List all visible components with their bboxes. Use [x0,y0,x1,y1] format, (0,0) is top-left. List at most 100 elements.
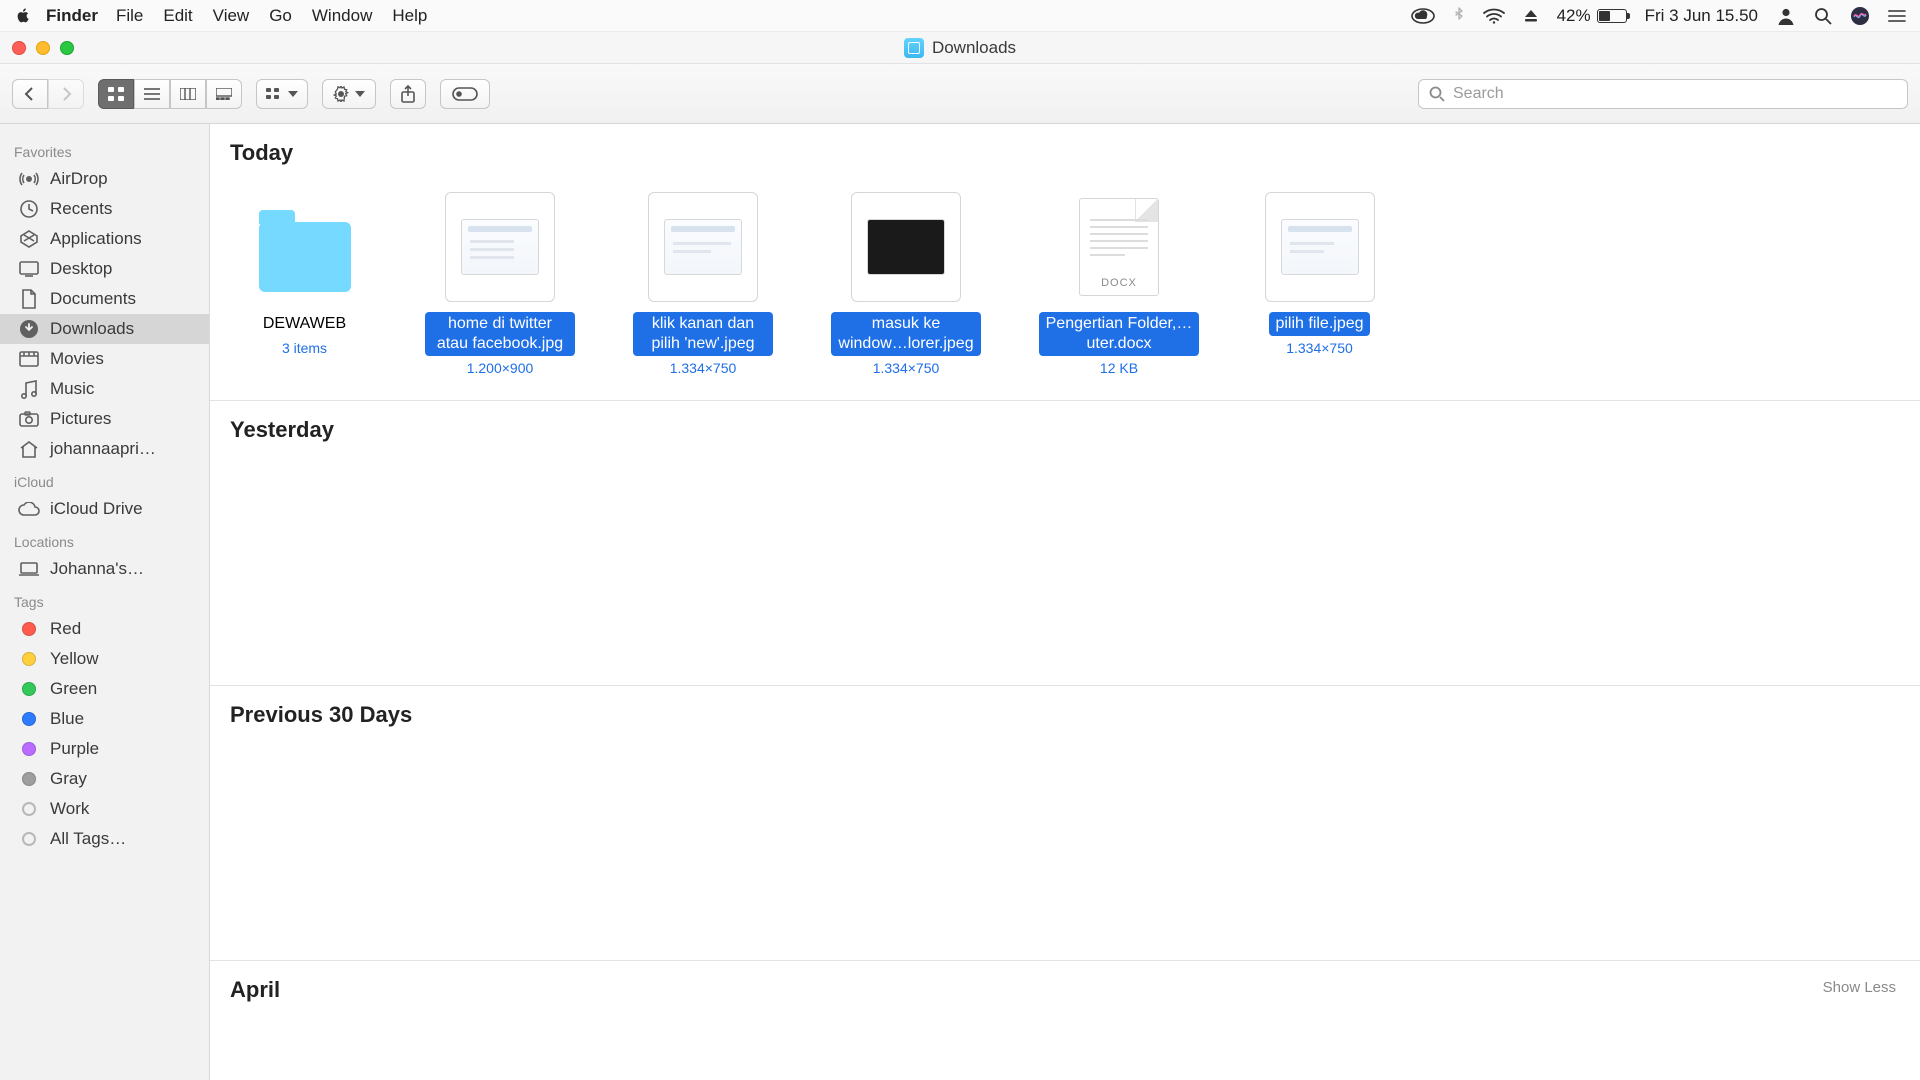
file-item[interactable]: home di twitter atau facebook.jpg 1.200×… [425,192,575,376]
window-title: Downloads [932,38,1016,58]
section-header-april: April [210,961,1920,1015]
downloads-icon [18,319,40,339]
file-name: Pengertian Folder,…uter.docx [1039,312,1199,356]
sidebar-item-recents[interactable]: Recents [0,194,209,224]
docx-thumbnail: DOCX [1064,192,1174,302]
file-name: DEWAWEB [257,312,352,336]
eject-icon[interactable] [1523,8,1539,24]
documents-icon [18,289,40,309]
spotlight-icon[interactable] [1814,7,1832,25]
battery-icon [1597,9,1627,23]
sidebar-item-label: Yellow [50,649,99,669]
siri-icon[interactable] [1850,6,1870,26]
share-button[interactable] [390,79,426,109]
tag-dot-icon [22,832,36,846]
file-grid-today: DEWAWEB 3 items home di twitter atau fac… [210,178,1920,400]
sidebar-item-movies[interactable]: Movies [0,344,209,374]
applications-icon [18,229,40,249]
menu-file[interactable]: File [116,6,143,26]
sidebar-item-icloud-drive[interactable]: iCloud Drive [0,494,209,524]
sidebar-item-label: Recents [50,199,112,219]
menubar-app-name[interactable]: Finder [46,6,98,26]
sidebar-item-documents[interactable]: Documents [0,284,209,314]
column-view-button[interactable] [170,79,206,109]
sidebar-item-applications[interactable]: Applications [0,224,209,254]
menu-help[interactable]: Help [392,6,427,26]
back-button[interactable] [12,79,48,109]
tag-dot-icon [22,682,36,696]
tag-dot-icon [22,802,36,816]
file-item[interactable]: DOCX Pengertian Folder,…uter.docx 12 KB [1039,192,1199,376]
image-thumbnail [851,192,961,302]
section-header-today: Today [210,124,1920,178]
forward-button[interactable] [48,79,84,109]
sidebar-tag-green[interactable]: Green [0,674,209,704]
notification-center-icon[interactable] [1888,9,1906,23]
file-item[interactable]: klik kanan dan pilih 'new'.jpeg 1.334×75… [633,192,773,376]
minimize-window-button[interactable] [36,41,50,55]
section-header-previous30: Previous 30 Days [210,686,1920,740]
menu-view[interactable]: View [213,6,250,26]
sidebar-tag-red[interactable]: Red [0,614,209,644]
menu-window[interactable]: Window [312,6,372,26]
nav-buttons [12,79,84,109]
battery-status[interactable]: 42% [1557,6,1627,26]
zoom-window-button[interactable] [60,41,74,55]
sidebar-tag-gray[interactable]: Gray [0,764,209,794]
view-mode-buttons [98,79,242,109]
window-titlebar: Downloads [0,32,1920,64]
file-meta: 1.334×750 [1286,340,1353,356]
sidebar-item-label: Green [50,679,97,699]
sidebar-tag-purple[interactable]: Purple [0,734,209,764]
menu-go[interactable]: Go [269,6,292,26]
sidebar-item-label: iCloud Drive [50,499,143,519]
show-less-button[interactable]: Show Less [1823,979,1896,996]
file-item[interactable]: pilih file.jpeg 1.334×750 [1257,192,1382,356]
finder-toolbar [0,64,1920,124]
pictures-icon [18,409,40,429]
sidebar-item-label: Music [50,379,94,399]
sidebar-tag-work[interactable]: Work [0,794,209,824]
sidebar-item-label: Johanna's… [50,559,144,579]
apple-logo-icon[interactable] [14,7,32,25]
icon-view-button[interactable] [98,79,134,109]
sidebar-item-label: Pictures [50,409,111,429]
search-icon [1429,86,1445,102]
close-window-button[interactable] [12,41,26,55]
search-field[interactable] [1418,79,1908,109]
finder-sidebar: Favorites AirDrop Recents Applications D… [0,124,210,1080]
image-thumbnail [1265,192,1375,302]
menu-edit[interactable]: Edit [163,6,192,26]
file-item[interactable]: DEWAWEB 3 items [242,192,367,356]
sidebar-item-airdrop[interactable]: AirDrop [0,164,209,194]
arrange-button[interactable] [256,79,308,109]
sidebar-item-label: Applications [50,229,142,249]
clock-icon [18,199,40,219]
user-icon[interactable] [1776,6,1796,26]
tag-dot-icon [22,772,36,786]
sidebar-tag-blue[interactable]: Blue [0,704,209,734]
menubar-datetime[interactable]: Fri 3 Jun 15.50 [1645,6,1758,26]
sidebar-item-pictures[interactable]: Pictures [0,404,209,434]
creative-cloud-icon[interactable] [1411,8,1435,24]
sidebar-tag-all[interactable]: All Tags… [0,824,209,854]
wifi-icon[interactable] [1483,8,1505,24]
folder-icon [250,192,360,302]
file-name: masuk ke window…lorer.jpeg [831,312,981,356]
sidebar-tag-yellow[interactable]: Yellow [0,644,209,674]
sidebar-item-desktop[interactable]: Desktop [0,254,209,284]
sidebar-item-downloads[interactable]: Downloads [0,314,209,344]
sidebar-section-favorites: Favorites [0,134,209,164]
action-button[interactable] [322,79,376,109]
file-item[interactable]: masuk ke window…lorer.jpeg 1.334×750 [831,192,981,376]
cloud-icon [18,499,40,519]
sidebar-item-computer[interactable]: Johanna's… [0,554,209,584]
search-input[interactable] [1453,85,1897,103]
sidebar-item-home[interactable]: johannaapri… [0,434,209,464]
gallery-view-button[interactable] [206,79,242,109]
list-view-button[interactable] [134,79,170,109]
tag-dot-icon [22,622,36,636]
sidebar-item-music[interactable]: Music [0,374,209,404]
bluetooth-icon[interactable] [1453,7,1465,25]
tags-button[interactable] [440,79,490,109]
